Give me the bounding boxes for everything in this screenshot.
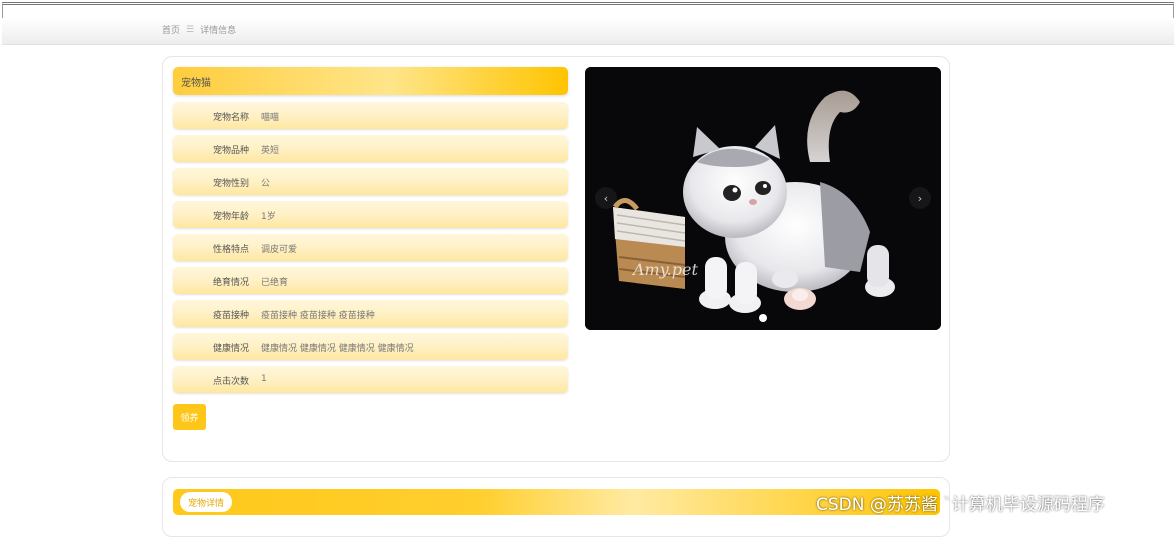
pet-field-list: 宠物名称 喵喵 宠物品种 英短 宠物性别 公 宠物年龄 1岁 性格特点 调皮可爱…	[173, 102, 568, 399]
field-row-neutered: 绝育情况 已绝育	[173, 267, 568, 294]
field-row-health: 健康情况 健康情况 健康情况 健康情况 健康情况	[173, 333, 568, 360]
field-value: 公	[261, 179, 271, 189]
field-value: 喵喵	[261, 113, 280, 123]
field-row-age: 宠物年龄 1岁	[173, 201, 568, 228]
field-label: 宠物年龄	[212, 212, 249, 222]
field-label: 健康情况	[212, 344, 249, 354]
field-label: 绝育情况	[212, 278, 249, 288]
field-label: 疫苗接种	[212, 311, 249, 321]
breadcrumb-separator-icon: ☰	[186, 24, 195, 35]
field-row-name: 宠物名称 喵喵	[173, 102, 568, 129]
photo-watermark: Amy.pet	[631, 260, 698, 279]
field-label: 性格特点	[212, 245, 249, 255]
chevron-right-icon: ›	[917, 191, 923, 205]
field-row-gender: 宠物性别 公	[173, 168, 568, 195]
breadcrumb: 首页 ☰ 详情信息	[162, 23, 237, 37]
pet-info-card: 宠物猫 宠物名称 喵喵 宠物品种 英短 宠物性别 公 宠物年龄 1岁 性格特点 …	[162, 56, 950, 462]
field-value: 调皮可爱	[261, 245, 298, 255]
field-value: 1岁	[261, 212, 276, 222]
pet-image-carousel[interactable]: Amy.pet ‹ ›	[585, 67, 941, 330]
field-value: 疫苗接种 疫苗接种 疫苗接种	[261, 311, 375, 321]
field-label: 宠物名称	[212, 113, 249, 123]
field-row-personality: 性格特点 调皮可爱	[173, 234, 568, 261]
field-value: 已绝育	[261, 278, 289, 288]
field-value: 1	[261, 374, 267, 384]
carousel-prev-button[interactable]: ‹	[595, 187, 617, 209]
field-row-clicks: 点击次数 1	[173, 366, 568, 393]
pet-title: 宠物猫	[181, 78, 211, 89]
breadcrumb-home[interactable]: 首页	[162, 23, 180, 36]
field-row-vaccination: 疫苗接种 疫苗接种 疫苗接种 疫苗接种	[173, 300, 568, 327]
top-navbar: 首页 ☰ 详情信息	[2, 18, 1174, 45]
breadcrumb-current: 详情信息	[200, 26, 237, 36]
field-value: 健康情况 健康情况 健康情况 健康情况	[261, 344, 414, 354]
pet-title-bar: 宠物猫	[173, 67, 568, 95]
chevron-left-icon: ‹	[603, 191, 609, 205]
field-label: 宠物品种	[212, 146, 249, 156]
field-label: 宠物性别	[212, 179, 249, 189]
pet-photo: Amy.pet	[585, 67, 941, 330]
field-row-breed: 宠物品种 英短	[173, 135, 568, 162]
tab-pet-detail[interactable]: 宠物详情	[180, 492, 233, 512]
carousel-indicator-dot[interactable]	[759, 314, 767, 322]
carousel-next-button[interactable]: ›	[909, 187, 931, 209]
adopt-button[interactable]: 领养	[173, 404, 206, 430]
field-value: 英短	[261, 146, 280, 156]
browser-frame	[2, 2, 1174, 18]
csdn-watermark: CSDN @苏苏酱 `计算机毕设源码程序	[816, 495, 1105, 515]
field-label: 点击次数	[212, 377, 249, 387]
